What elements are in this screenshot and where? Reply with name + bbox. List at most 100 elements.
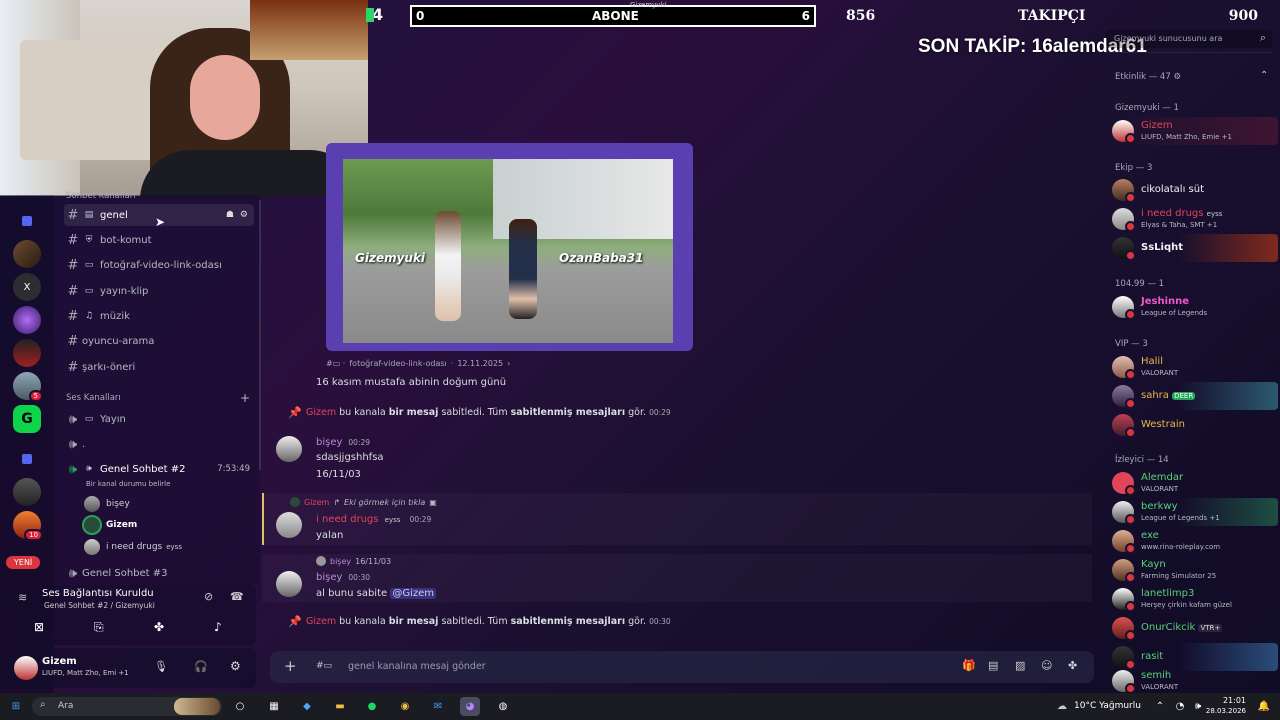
weather-text[interactable]: 10°C Yağmurlu (1074, 701, 1141, 711)
voice-genel-sohbet-2[interactable]: 🕪 🕪 Genel Sohbet #2 7:53:49 (64, 458, 254, 480)
gif-icon[interactable]: ▤ (988, 659, 998, 672)
image-embed[interactable]: Gizemyuki OzanBaba31 (326, 143, 693, 351)
member-item[interactable]: Westrain (1112, 411, 1278, 439)
channel-foto[interactable]: # ▭ fotoğraf-video-link-odası (64, 254, 254, 276)
member-item[interactable]: Halil VALORANT (1112, 353, 1278, 381)
discord-icon[interactable]: ◕ (460, 697, 480, 716)
server-x-icon[interactable]: X (13, 273, 41, 301)
composer-input[interactable]: genel kanalına mesaj gönder (348, 661, 486, 672)
pin-user[interactable]: Gizem (306, 407, 336, 418)
voice-user[interactable]: Gizem (84, 517, 137, 533)
member-item[interactable]: lanetlimp3 Herşey çirkin kafam güzel (1112, 585, 1278, 613)
task-view-icon[interactable]: ○ (230, 697, 250, 716)
server-icon[interactable] (13, 306, 41, 334)
settings-icon[interactable]: ⚙ (240, 210, 248, 220)
message-author[interactable]: i need drugs (316, 514, 378, 525)
message-composer[interactable]: + #▭ genel kanalına mesaj gönder 🎁 ▤ ▨ ☺… (270, 651, 1094, 683)
channel-muzik[interactable]: # ♫ müzik (64, 305, 254, 327)
attach-plus-icon[interactable]: + (284, 657, 297, 675)
start-icon[interactable]: ⊞ (6, 697, 26, 716)
member-item[interactable]: semih VALORANT (1112, 670, 1278, 692)
avatar[interactable] (276, 512, 302, 538)
clock-date[interactable]: 28.03.2026 (1196, 707, 1246, 715)
member-item[interactable]: exe www.rina-roleplay.com (1112, 527, 1278, 555)
noise-suppress-icon[interactable]: ⊘ (204, 590, 213, 603)
activities-icon[interactable]: ✤ (154, 620, 164, 634)
avatar[interactable] (276, 436, 302, 462)
voice-user[interactable]: bişey (84, 496, 130, 512)
member-item[interactable]: rasit (1112, 643, 1278, 671)
screen-share-icon[interactable]: ⎘ (94, 620, 104, 635)
chrome-icon[interactable]: ◉ (395, 697, 415, 716)
invite-icon[interactable]: ☗ (226, 210, 234, 220)
reply-reference[interactable]: Gizem ↱ Eki görmek için tıkla ▣ (290, 497, 437, 507)
sticker-icon[interactable]: ▨ (1015, 659, 1025, 672)
clock-time[interactable]: 21:01 (1206, 696, 1246, 705)
activity-header[interactable]: Etkinlik — 47 ⚙ (1115, 72, 1181, 82)
member-item[interactable]: Kayn Farming Simulator 25 (1112, 556, 1278, 584)
copilot-icon[interactable]: ◆ (297, 697, 317, 716)
member-item[interactable]: i need drugs eyss Elyas & Taha, SMT +1 (1112, 205, 1278, 233)
emoji-icon[interactable]: ☺ (1041, 659, 1052, 672)
server-icon[interactable]: 5 (13, 372, 43, 402)
tray-chevron-icon[interactable]: ⌃ (1150, 697, 1170, 716)
camera-off-icon[interactable]: ⊠ (34, 620, 44, 634)
voice-genel-sohbet-3[interactable]: 🕪 Genel Sohbet #3 (64, 566, 254, 580)
new-badge[interactable]: YENİ (6, 556, 41, 569)
chevron-up-icon[interactable]: ⌃ (1260, 70, 1268, 81)
forwarded-info[interactable]: #▭ · fotoğraf-video-link-odası · 12.11.2… (326, 359, 510, 368)
apps-icon[interactable]: ✤ (1068, 659, 1077, 672)
mail-icon[interactable]: ✉ (428, 697, 448, 716)
gift-icon[interactable]: 🎁 (962, 659, 976, 672)
channel-status[interactable]: Bir kanal durumu belirle (86, 480, 170, 488)
channel-bot-komut[interactable]: # ⛨ bot-komut (64, 229, 254, 251)
channel-sarki-oneri[interactable]: # şarkı-öneri (64, 356, 254, 378)
reply-reference[interactable]: bişey 16/11/03 (316, 556, 391, 566)
member-item[interactable]: SsLiqht (1112, 234, 1278, 262)
folder-icon[interactable] (13, 445, 41, 473)
text-category[interactable]: Sohbet Kanalları (66, 191, 136, 201)
pin-user[interactable]: Gizem (306, 616, 336, 627)
taskbar-search[interactable]: ⌕ Ara (32, 697, 222, 716)
member-item[interactable]: OnurCikcik VTR+ (1112, 614, 1278, 642)
avatar[interactable] (14, 656, 38, 680)
store-icon[interactable]: ▦ (264, 697, 284, 716)
voice-category[interactable]: Ses Kanalları (66, 393, 121, 403)
user-settings-icon[interactable]: ⚙ (230, 659, 241, 673)
server-icon[interactable]: 10 (13, 511, 43, 541)
add-channel-icon[interactable]: + (240, 391, 250, 405)
pinned-link[interactable]: sabitlenmiş mesajları (511, 407, 626, 418)
mic-icon[interactable]: 🎙 (154, 660, 168, 673)
disconnect-icon[interactable]: ☎ (230, 590, 244, 603)
voice-dot[interactable]: 🕪. (64, 433, 254, 455)
soundboard-icon[interactable]: ♪ (214, 620, 222, 634)
channel-oyuncu-arama[interactable]: # oyuncu-arama (64, 330, 254, 352)
server-icon[interactable] (13, 339, 41, 367)
message-author[interactable]: bişey (316, 572, 342, 583)
server-icon[interactable] (13, 478, 41, 506)
server-icon[interactable] (13, 240, 41, 268)
member-item[interactable]: berkwy League of Legends +1 (1112, 498, 1278, 526)
member-item[interactable]: Jeshinne League of Legends (1112, 293, 1278, 321)
server-g-icon[interactable]: G (13, 405, 41, 433)
channel-yayin-klip[interactable]: # ▭ yayın-klip (64, 280, 254, 302)
wifi-icon[interactable]: ◔ (1170, 697, 1190, 716)
obs-icon[interactable]: ◍ (493, 697, 513, 716)
member-item[interactable]: sahra DEER (1112, 382, 1278, 410)
member-item[interactable]: Gizem LIUFD, Matt Zho, Emie +1 (1112, 117, 1278, 145)
dm-icon[interactable] (13, 207, 41, 235)
avatar[interactable] (276, 571, 302, 597)
pinned-link[interactable]: sabitlenmiş mesajları (511, 616, 626, 627)
spotify-icon[interactable]: ● (362, 697, 382, 716)
user-mention[interactable]: @Gizem (390, 588, 437, 599)
file-explorer-icon[interactable]: ▬ (330, 697, 350, 716)
pin-link[interactable]: bir mesaj (389, 616, 439, 627)
voice-yayin[interactable]: 🕪 ▭ Yayın (64, 408, 254, 430)
member-item[interactable]: cikolatalı süt (1112, 176, 1278, 204)
headphones-icon[interactable]: 🎧 (194, 660, 208, 673)
pin-link[interactable]: bir mesaj (389, 407, 439, 418)
voice-user[interactable]: i need drugs eyss (84, 539, 182, 555)
message-author[interactable]: bişey (316, 437, 342, 448)
notification-icon[interactable]: 🔔 (1254, 697, 1274, 716)
member-item[interactable]: Alemdar VALORANT (1112, 469, 1278, 497)
